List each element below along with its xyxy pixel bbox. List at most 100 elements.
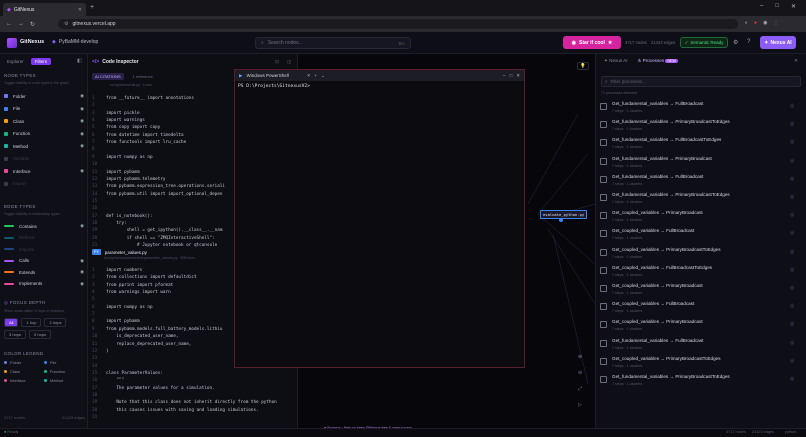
profile-icon[interactable]: ◉	[763, 20, 767, 26]
eye-icon[interactable]: ◎	[790, 249, 794, 255]
forward-icon[interactable]: →	[18, 21, 24, 27]
eye-icon[interactable]: ◎	[790, 340, 794, 346]
node-type-toggle[interactable]: Folder ◉	[4, 91, 84, 101]
fit-view-icon[interactable]: ⤢	[578, 386, 582, 392]
process-item[interactable]: Get_fundamental_variables → FullBroadcas…	[600, 338, 800, 356]
eye-icon[interactable]: ◉	[80, 281, 84, 287]
new-tab-button[interactable]: +	[90, 4, 94, 11]
terminal-prompt[interactable]: PS D:\Projects\GitnexusV2>	[238, 84, 310, 89]
address-bar[interactable]: ⚙ gitnexus.vercel.app	[58, 19, 738, 29]
eye-icon[interactable]: ◎	[790, 194, 794, 200]
browser-extensions[interactable]: ◐ ● ◉ ⋮	[745, 20, 778, 26]
minimize-icon[interactable]: –	[760, 3, 763, 10]
close-window-icon[interactable]: ✕	[516, 73, 520, 79]
reload-icon[interactable]: ↻	[30, 21, 35, 28]
play-icon[interactable]: ▷	[578, 402, 582, 408]
close-tab-icon[interactable]: ✕	[307, 73, 311, 79]
eye-icon[interactable]: ◎	[790, 212, 794, 218]
pin-icon[interactable]: ⊡	[275, 59, 279, 65]
process-item[interactable]: Get_fundamental_variables → FullBroadcas…	[600, 174, 800, 192]
minimize-icon[interactable]: –	[503, 73, 506, 78]
eye-icon[interactable]: ◎	[790, 303, 794, 309]
close-window-icon[interactable]: ✕	[791, 3, 796, 10]
filter-processes-input[interactable]: ⌕ Filter processes...	[601, 76, 801, 87]
edge-type-toggle[interactable]: Calls ◉	[4, 256, 84, 266]
close-panel-icon[interactable]: ✕	[794, 58, 798, 64]
help-icon[interactable]: ?	[747, 39, 750, 45]
focus-depth-option[interactable]: 2 hops	[44, 318, 67, 327]
eye-icon[interactable]: ◎	[790, 121, 794, 127]
node-type-toggle[interactable]: Method ◉	[4, 141, 84, 151]
eye-icon[interactable]: ◎	[790, 103, 794, 109]
process-item[interactable]: Get_coupled_variables → FullBroadcastToE…	[600, 265, 800, 283]
eye-icon[interactable]: ◎	[790, 358, 794, 364]
eye-icon[interactable]: ◎	[790, 267, 794, 273]
search-input[interactable]: ⌕ Search nodes... ⌘K	[255, 37, 411, 49]
eye-icon[interactable]: ◎	[790, 176, 794, 182]
process-item[interactable]: Get_fundamental_variables → PrimaryBroad…	[600, 374, 800, 392]
window-controls[interactable]: – □ ✕	[760, 3, 796, 10]
eye-icon[interactable]: ◉	[80, 143, 84, 149]
eye-icon[interactable]: ◎	[790, 321, 794, 327]
tab-filters[interactable]: Filters	[30, 58, 52, 65]
tab-nexus-ai[interactable]: ✦ Nexus AI	[604, 58, 628, 64]
process-item[interactable]: Get_coupled_variables → PrimaryBroadcast…	[600, 283, 800, 301]
node-type-toggle[interactable]: Variable	[4, 154, 84, 164]
edge-type-toggle[interactable]: Imports	[4, 244, 84, 254]
tab-ai-citations[interactable]: AI CITATIONS	[92, 73, 124, 80]
process-item[interactable]: Get_coupled_variables → PrimaryBroadcast…	[600, 356, 800, 374]
process-item[interactable]: Get_coupled_variables → PrimaryBroadcast…	[600, 319, 800, 337]
close-tab-icon[interactable]: ✕	[78, 7, 82, 13]
process-item[interactable]: Get_fundamental_variables → FullBroadcas…	[600, 101, 800, 119]
process-item[interactable]: Get_fundamental_variables → PrimaryBroad…	[600, 192, 800, 210]
tab-processes[interactable]: ⋔ Processes NEW	[638, 58, 678, 64]
process-item[interactable]: Get_fundamental_variables → PrimaryBroad…	[600, 156, 800, 174]
eye-icon[interactable]: ◉	[80, 93, 84, 99]
process-item[interactable]: Get_fundamental_variables → FullBroadcas…	[600, 137, 800, 155]
eye-icon[interactable]: ◉	[80, 223, 84, 229]
node-type-toggle[interactable]: File ◉	[4, 104, 84, 114]
process-item[interactable]: Get_fundamental_variables → PrimaryBroad…	[600, 119, 800, 137]
node-type-toggle[interactable]: Import	[4, 179, 84, 189]
eye-icon[interactable]: ◉	[80, 168, 84, 174]
process-item[interactable]: Get_coupled_variables → PrimaryBroadcast…	[600, 247, 800, 265]
eye-icon[interactable]: ◎	[790, 230, 794, 236]
edge-type-toggle[interactable]: Defines	[4, 233, 84, 243]
eye-icon[interactable]: ◉	[80, 269, 84, 275]
eye-icon[interactable]: ◉	[80, 106, 84, 112]
focus-depth-option[interactable]: 1 hop	[21, 318, 42, 327]
process-item[interactable]: Get_coupled_variables → FullBroadcast 7 s…	[600, 228, 800, 246]
node-type-toggle[interactable]: Class ◉	[4, 116, 84, 126]
menu-icon[interactable]: ⋮	[773, 20, 778, 26]
star-button[interactable]: ◉ Star if cool ★	[563, 36, 621, 49]
edge-type-toggle[interactable]: Implements ◉	[4, 279, 84, 289]
close-panel-icon[interactable]: ◫	[287, 59, 291, 65]
process-item[interactable]: Get_coupled_variables → PrimaryBroadcast…	[600, 210, 800, 228]
node-type-toggle[interactable]: Interface ◉	[4, 166, 84, 176]
terminal-window[interactable]	[234, 69, 525, 368]
maximize-icon[interactable]: □	[510, 73, 513, 78]
nexus-ai-button[interactable]: ✦ Nexus AI	[760, 36, 796, 49]
extension-icon[interactable]: ●	[754, 20, 757, 26]
focus-depth-option[interactable]: All	[4, 318, 19, 327]
focus-depth-option[interactable]: 5 hops	[29, 330, 52, 339]
zoom-in-icon[interactable]: ⊕	[578, 354, 582, 360]
browser-tab[interactable]: ◆ GitNexus ✕	[3, 3, 86, 16]
maximize-icon[interactable]: □	[775, 3, 779, 10]
eye-icon[interactable]: ◎	[790, 158, 794, 164]
eye-icon[interactable]: ◎	[790, 285, 794, 291]
focus-depth-option[interactable]: 3 hops	[4, 330, 27, 339]
repo-selector[interactable]: ◆ PyBaMM-develop	[52, 39, 98, 45]
tab-references[interactable]: 1 reference	[130, 73, 156, 80]
eye-icon[interactable]: ◎	[790, 376, 794, 382]
settings-icon[interactable]: ⚙	[733, 39, 738, 46]
extension-icon[interactable]: ◐	[745, 20, 748, 26]
eye-icon[interactable]: ◉	[80, 118, 84, 124]
back-icon[interactable]: ←	[6, 21, 12, 27]
new-terminal-tab-icon[interactable]: +	[315, 73, 318, 78]
node-type-toggle[interactable]: Function ◉	[4, 129, 84, 139]
eye-icon[interactable]: ◉	[80, 131, 84, 137]
chevron-down-icon[interactable]: ⌄	[321, 73, 325, 79]
eye-icon[interactable]: ◎	[790, 139, 794, 145]
zoom-out-icon[interactable]: ⊖	[578, 370, 582, 376]
